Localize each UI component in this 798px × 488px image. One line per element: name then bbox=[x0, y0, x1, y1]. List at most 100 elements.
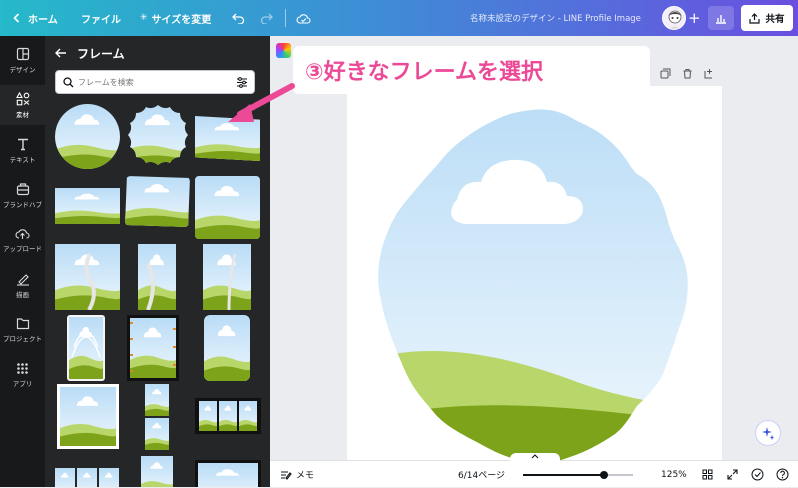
frame-thumbnail[interactable] bbox=[125, 176, 190, 227]
draw-icon bbox=[16, 273, 29, 286]
zoom-level[interactable]: 125% bbox=[661, 461, 687, 488]
undo-icon bbox=[232, 13, 245, 24]
frame-thumbnail[interactable] bbox=[145, 418, 169, 450]
rail-item-elements[interactable]: 素材 bbox=[0, 85, 45, 125]
design-page[interactable] bbox=[347, 86, 722, 461]
folder-icon bbox=[16, 318, 29, 330]
help-button[interactable] bbox=[776, 461, 789, 488]
frame-thumbnail[interactable] bbox=[138, 244, 176, 310]
search-input[interactable] bbox=[78, 74, 228, 90]
share-button[interactable]: 共有 bbox=[741, 5, 793, 31]
plus-icon: + bbox=[688, 9, 701, 27]
document-title[interactable]: 名称未設定のデザイン - LINE Profile Image bbox=[470, 0, 641, 36]
pointer-arrow-icon bbox=[228, 83, 295, 122]
rail-item-draw[interactable]: 描画 bbox=[0, 265, 45, 305]
frame-thumbnail[interactable] bbox=[125, 104, 191, 170]
frame-thumbnail[interactable] bbox=[203, 244, 251, 310]
color-palette-icon[interactable] bbox=[276, 43, 291, 58]
rail-item-label: デザイン bbox=[9, 65, 36, 74]
frame-thumbnail[interactable] bbox=[204, 315, 250, 381]
zoom-slider-fill bbox=[523, 474, 604, 476]
undo-button[interactable] bbox=[232, 0, 245, 36]
rail-item-brand-hub[interactable]: ブランドハブ bbox=[0, 175, 45, 215]
check-circle-icon bbox=[751, 468, 764, 481]
bottom-bar: メモ 6/14ページ 125% bbox=[270, 453, 798, 488]
frame-thumbnail[interactable] bbox=[55, 104, 120, 169]
sparkle-icon: ✳ bbox=[140, 13, 148, 23]
chevron-up-icon bbox=[531, 454, 539, 459]
side-rail: デザイン 素材 テキスト ブランドハブ アップロード 描画 プロジェクト アプリ bbox=[0, 36, 45, 487]
insights-button[interactable] bbox=[708, 6, 734, 30]
wavy-frame[interactable] bbox=[347, 86, 722, 461]
layout-icon bbox=[16, 47, 29, 60]
duplicate-page-icon[interactable] bbox=[660, 68, 671, 79]
bar-chart-icon bbox=[716, 14, 726, 24]
frame-thumbnail[interactable] bbox=[55, 188, 120, 224]
back-arrow-icon[interactable] bbox=[55, 48, 67, 58]
frame-thumbnail[interactable] bbox=[195, 398, 261, 434]
home-button[interactable]: ホーム bbox=[12, 0, 58, 36]
rail-item-uploads[interactable]: アップロード bbox=[0, 220, 45, 260]
rail-item-projects[interactable]: プロジェクト bbox=[0, 310, 45, 350]
rail-item-label: アプリ bbox=[12, 380, 33, 388]
cloud-check-icon bbox=[296, 13, 311, 24]
home-label: ホーム bbox=[28, 14, 58, 26]
resize-label: サイズを変更 bbox=[151, 14, 212, 26]
callout-text: ③好きなフレームを選択 bbox=[305, 60, 543, 85]
magic-assistant-button[interactable] bbox=[755, 420, 781, 446]
zoom-slider-thumb[interactable] bbox=[600, 471, 608, 479]
frame-thumbnail[interactable] bbox=[55, 244, 120, 310]
page-panel-toggle[interactable] bbox=[510, 453, 560, 463]
frame-thumbnail[interactable] bbox=[141, 456, 173, 487]
frame-thumbnail[interactable] bbox=[55, 468, 75, 487]
user-avatar-icon bbox=[668, 10, 682, 29]
frame-thumbnail[interactable] bbox=[195, 176, 260, 239]
text-icon bbox=[17, 138, 28, 150]
frame-thumbnail[interactable] bbox=[145, 384, 169, 416]
redo-button[interactable] bbox=[260, 0, 273, 36]
frame-thumbnail[interactable] bbox=[67, 315, 105, 381]
search-icon bbox=[63, 77, 74, 88]
rail-item-apps[interactable]: アプリ bbox=[0, 355, 45, 395]
add-page-icon[interactable] bbox=[704, 68, 715, 79]
canvas-area bbox=[270, 36, 798, 461]
page-actions bbox=[660, 68, 715, 79]
instruction-callout: ③好きなフレームを選択 bbox=[293, 46, 650, 94]
frame-thumbnail[interactable] bbox=[99, 468, 119, 487]
redo-icon bbox=[260, 13, 273, 24]
avatar[interactable] bbox=[662, 6, 686, 30]
frame-thumbnail[interactable] bbox=[127, 315, 179, 381]
frame-thumbnail[interactable] bbox=[77, 468, 97, 487]
page-indicator[interactable]: 6/14ページ bbox=[458, 461, 505, 488]
file-menu-button[interactable]: ファイル bbox=[81, 0, 121, 36]
cloud-save-button[interactable] bbox=[296, 0, 311, 36]
frame-thumbnail[interactable] bbox=[195, 460, 261, 487]
trash-icon[interactable] bbox=[682, 68, 693, 79]
panel-header: フレーム bbox=[55, 44, 125, 62]
resize-button[interactable]: ✳ サイズを変更 bbox=[140, 0, 211, 36]
rail-item-design[interactable]: デザイン bbox=[0, 40, 45, 80]
grid-view-button[interactable] bbox=[702, 461, 713, 488]
notes-label: メモ bbox=[296, 471, 315, 481]
rail-item-text[interactable]: テキスト bbox=[0, 130, 45, 170]
grid-icon bbox=[702, 469, 713, 480]
frame-thumbnail[interactable] bbox=[57, 384, 119, 449]
share-label: 共有 bbox=[765, 14, 785, 25]
top-toolbar: ホーム ファイル ✳ サイズを変更 名称未設定のデザイン - LINE Prof… bbox=[0, 0, 798, 36]
upload-share-icon bbox=[749, 12, 761, 24]
check-button[interactable] bbox=[751, 461, 764, 488]
rail-item-label: 素材 bbox=[16, 110, 29, 119]
notes-button[interactable]: メモ bbox=[280, 461, 314, 488]
fullscreen-button[interactable] bbox=[727, 461, 738, 488]
file-label: ファイル bbox=[81, 14, 121, 26]
divider bbox=[285, 9, 286, 27]
expand-icon bbox=[727, 469, 738, 480]
rail-item-label: 描画 bbox=[16, 290, 29, 299]
notes-icon bbox=[281, 470, 292, 480]
upload-icon bbox=[15, 229, 30, 239]
rail-item-label: テキスト bbox=[9, 155, 36, 164]
apps-icon bbox=[17, 363, 28, 374]
brand-icon bbox=[16, 182, 29, 195]
zoom-slider[interactable] bbox=[523, 471, 633, 479]
add-collaborator-button[interactable]: + bbox=[688, 0, 701, 36]
